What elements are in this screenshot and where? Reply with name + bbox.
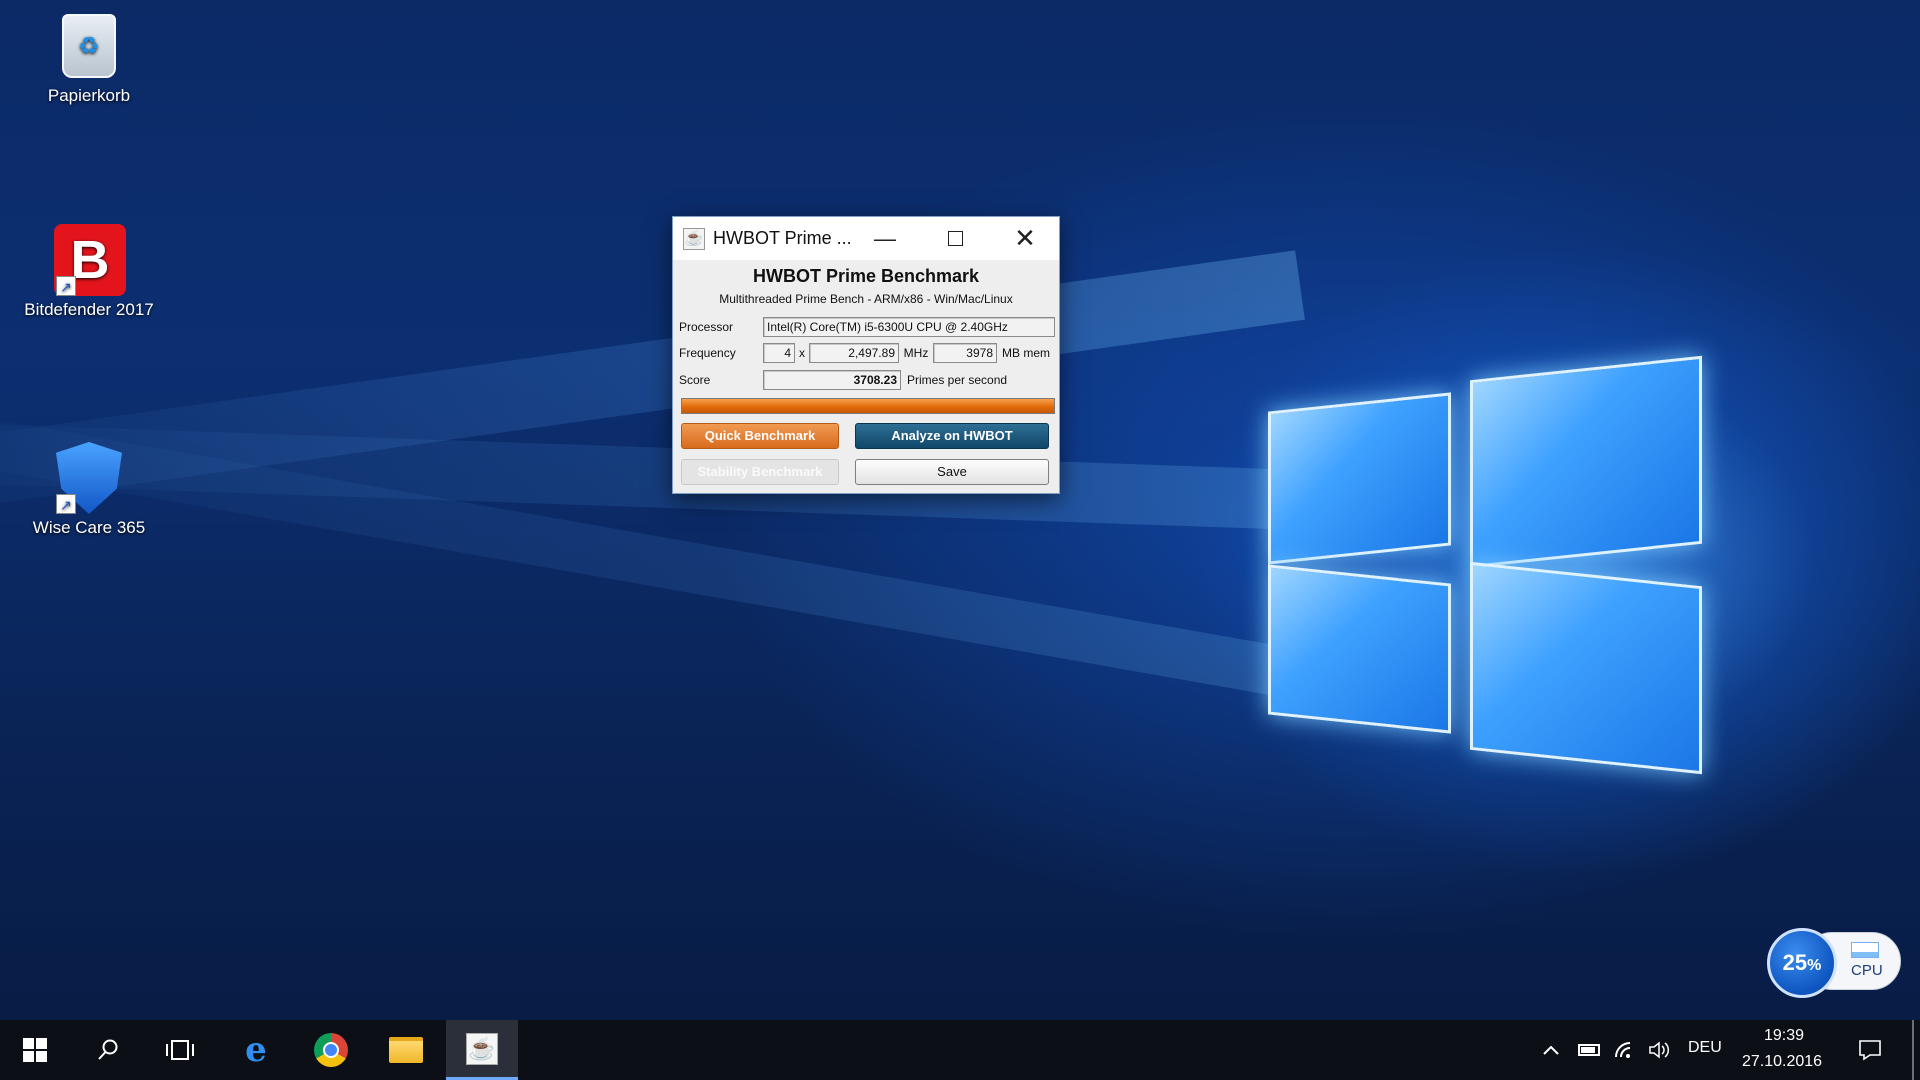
desktop-icon-wise-care[interactable]: ↗ Wise Care 365 [19, 442, 159, 538]
title-bar[interactable]: ☕ HWBOT Prime ... — ✕ [673, 217, 1059, 260]
score-unit: Primes per second [907, 373, 1008, 387]
cpu-percent: 25 [1782, 950, 1808, 975]
maximize-icon [947, 231, 963, 246]
java-icon: ☕ [466, 1032, 498, 1065]
java-icon: ☕ [683, 227, 705, 250]
folder-icon [389, 1037, 423, 1063]
chrome-icon [314, 1033, 348, 1067]
stability-benchmark-button: Stability Benchmark [681, 459, 839, 485]
cpu-label: CPU [1851, 962, 1883, 979]
taskbar: e ☕ DEU 19:39 27.10.2016 [0, 1020, 1920, 1080]
hwbot-window: ☕ HWBOT Prime ... — ✕ HWBOT Prime Benchm… [672, 216, 1060, 494]
quick-benchmark-button[interactable]: Quick Benchmark [681, 423, 839, 449]
bitdefender-icon: B ↗ [54, 224, 126, 296]
progress-fill [682, 399, 1054, 413]
processor-label: Processor [679, 320, 734, 334]
score-field[interactable]: 3708.23 [763, 370, 901, 390]
memory-unit: MB mem [1002, 346, 1050, 360]
close-icon: ✕ [1014, 223, 1036, 253]
wise-care-icon: ↗ [54, 442, 124, 514]
taskbar-hwbot-java[interactable]: ☕ [446, 1020, 518, 1080]
cpu-percent-sign: % [1807, 957, 1822, 974]
app-subheading: Multithreaded Prime Bench - ARM/x86 - Wi… [719, 292, 1013, 306]
memory-field[interactable]: 3978 [933, 343, 997, 363]
action-center-button[interactable] [1852, 1020, 1888, 1080]
score-row: Score 3708.23 Primes per second [679, 370, 1007, 390]
input-language[interactable]: DEU [1688, 1039, 1722, 1057]
clock-date[interactable]: 27.10.2016 [1742, 1053, 1822, 1071]
start-button[interactable] [0, 1020, 70, 1080]
save-button[interactable]: Save [855, 459, 1049, 485]
desktop-icon-label: Bitdefender 2017 [24, 300, 154, 319]
task-view-icon [166, 1040, 194, 1060]
desktop-icon-label: Papierkorb [47, 86, 131, 105]
wifi-icon [1615, 1042, 1631, 1058]
taskbar-edge[interactable]: e [220, 1020, 292, 1080]
desktop-wallpaper [0, 0, 1920, 1020]
search-button[interactable] [72, 1020, 144, 1080]
windows-logo-pane [1470, 561, 1702, 775]
processor-field[interactable]: Intel(R) Core(TM) i5-6300U CPU @ 2.40GHz [763, 317, 1055, 337]
mhz-field[interactable]: 2,497.89 [809, 343, 899, 363]
threads-field[interactable]: 4 [763, 343, 795, 363]
desktop-icon-bitdefender[interactable]: B ↗ Bitdefender 2017 [19, 224, 159, 320]
analyze-on-hwbot-button[interactable]: Analyze on HWBOT [855, 423, 1049, 449]
frequency-row: Frequency 4 x 2,497.89 MHz 3978 MB mem [679, 343, 1050, 363]
windows-logo-pane [1268, 564, 1451, 734]
search-icon [98, 1039, 118, 1060]
minimize-button[interactable]: — [850, 217, 920, 260]
show-hidden-icons-button[interactable] [1536, 1020, 1566, 1080]
maximize-button[interactable] [920, 217, 990, 260]
frequency-label: Frequency [679, 346, 736, 360]
network-button[interactable] [1610, 1020, 1640, 1080]
cpu-usage-widget[interactable]: 25% CPU [1767, 928, 1901, 998]
windows-logo-pane [1268, 392, 1451, 565]
mhz-unit: MHz [903, 346, 929, 360]
windows-icon [23, 1038, 47, 1062]
cpu-percent-circle: 25% [1767, 928, 1837, 998]
close-button[interactable]: ✕ [990, 217, 1060, 260]
benchmark-progress-bar [681, 398, 1055, 414]
app-heading: HWBOT Prime Benchmark [752, 266, 980, 286]
task-view-button[interactable] [144, 1020, 216, 1080]
speaker-icon [1649, 1041, 1670, 1059]
windows-logo-pane [1470, 355, 1702, 569]
desktop-icon-recycle-bin[interactable]: Papierkorb [19, 10, 159, 106]
taskbar-chrome[interactable] [295, 1020, 367, 1080]
chevron-up-icon [1543, 1045, 1559, 1055]
battery-button[interactable] [1574, 1020, 1604, 1080]
score-label: Score [679, 373, 711, 387]
window-title: HWBOT Prime ... [713, 228, 852, 248]
battery-icon [1578, 1044, 1600, 1056]
recycle-bin-icon [54, 10, 124, 80]
shortcut-arrow-icon: ↗ [56, 494, 76, 514]
desktop-icon-label: Wise Care 365 [32, 518, 146, 537]
notification-icon [1859, 1040, 1881, 1061]
show-desktop-button[interactable] [1912, 1020, 1914, 1080]
edge-icon: e [245, 1030, 267, 1070]
multiply-sign: x [799, 346, 805, 360]
volume-button[interactable] [1645, 1020, 1675, 1080]
processor-row: Processor Intel(R) Core(TM) i5-6300U CPU… [679, 317, 1055, 337]
cpu-graph-icon [1851, 942, 1879, 958]
minimize-icon: — [874, 225, 896, 251]
taskbar-file-explorer[interactable] [370, 1020, 442, 1080]
clock-time[interactable]: 19:39 [1764, 1027, 1804, 1045]
shortcut-arrow-icon: ↗ [56, 276, 76, 296]
